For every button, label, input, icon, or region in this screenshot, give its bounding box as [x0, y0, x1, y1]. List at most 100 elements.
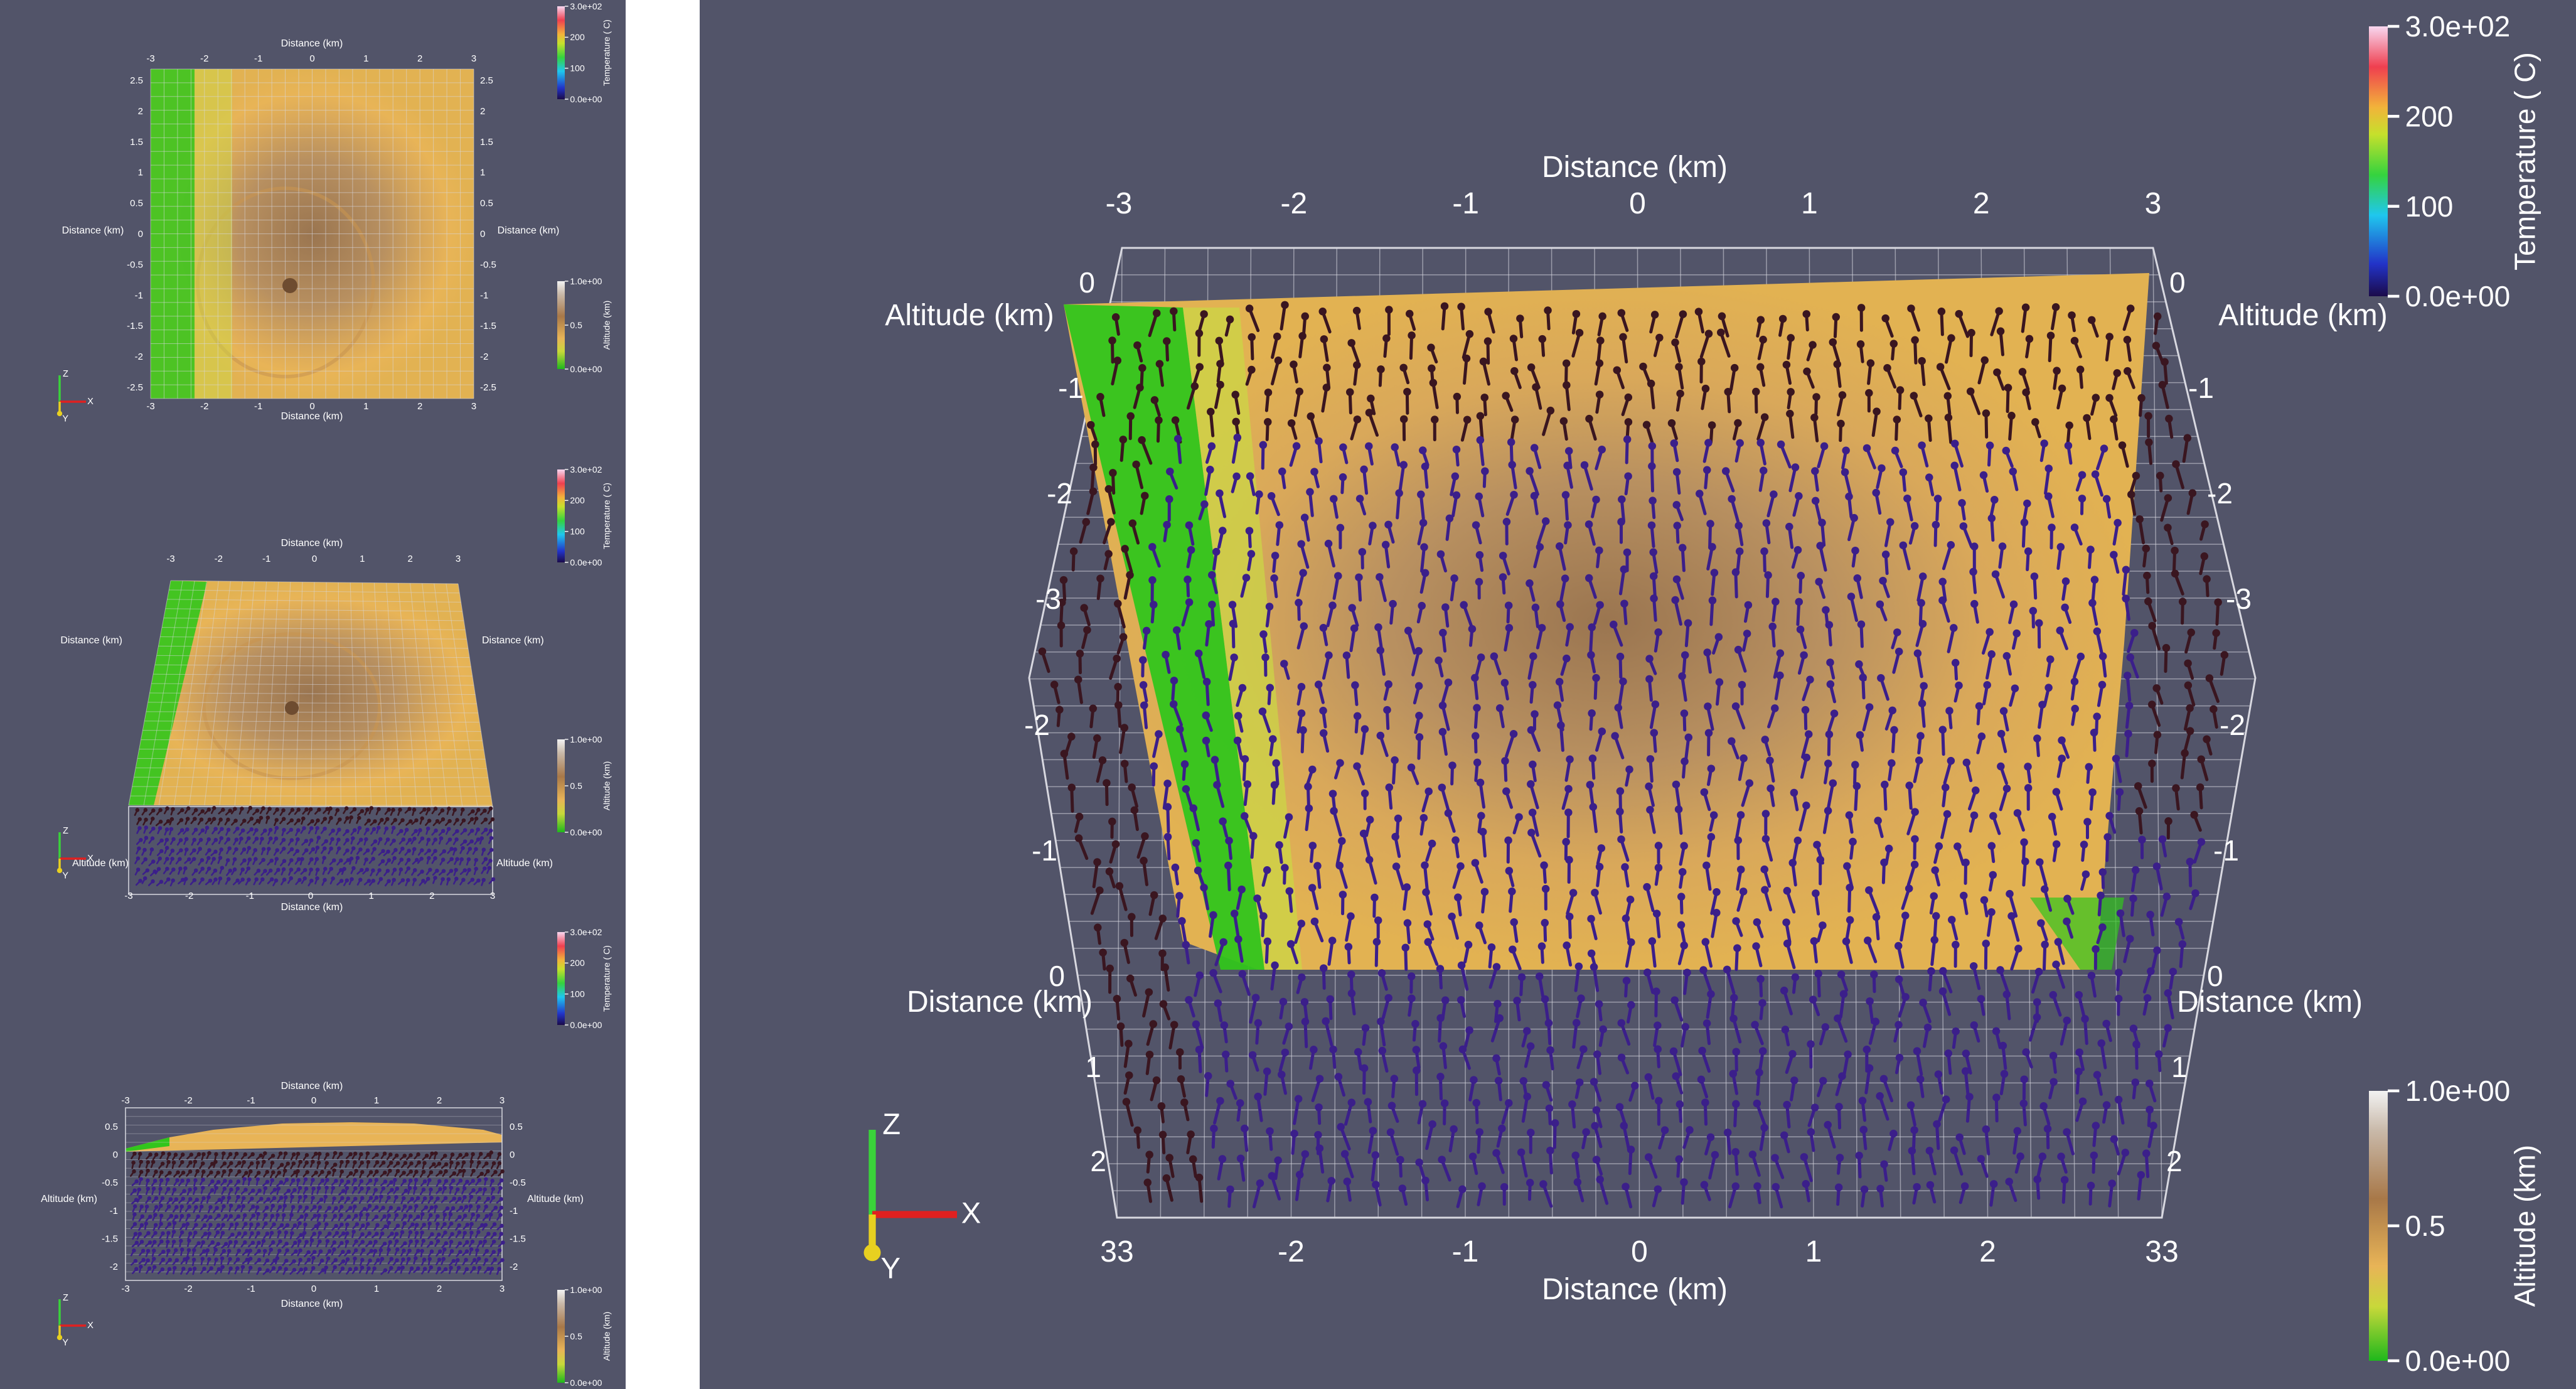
view2-velocity-arrow-head — [358, 847, 363, 852]
main-velocity-arrow-head — [1768, 622, 1777, 631]
main-velocity-arrow-head — [1830, 709, 1839, 718]
main-velocity-arrow-head — [2164, 494, 2172, 502]
view3-velocity-arrow-head — [266, 1197, 270, 1201]
main-velocity-arrow-head — [1297, 682, 1306, 691]
view3-velocity-arrow-head — [415, 1239, 419, 1244]
main-velocity-arrow-head — [1744, 601, 1753, 609]
view3-velocity-arrow-head — [235, 1257, 240, 1262]
view3-velocity-arrow-head — [389, 1161, 393, 1165]
main-velocity-arrow-head — [1280, 660, 1288, 668]
main-velocity-arrow-head — [1717, 328, 1725, 336]
view3-velocity-arrow-head — [437, 1179, 442, 1184]
main-velocity-arrow-head — [1850, 513, 1858, 522]
view3-velocity-arrow-head — [199, 1204, 204, 1209]
view3-velocity-arrow-head — [429, 1196, 434, 1200]
main-velocity-arrow-head — [1647, 521, 1656, 530]
main-velocity-arrow-head — [1182, 941, 1190, 949]
main-velocity-arrow-head — [2088, 788, 2097, 796]
main-velocity-arrow-head — [1350, 624, 1359, 633]
view3-velocity-arrow-head — [152, 1248, 156, 1253]
view3-velocity-arrow-head — [311, 1196, 315, 1200]
view3-velocity-arrow-head — [151, 1159, 156, 1164]
main-velocity-arrow-head — [1249, 832, 1258, 840]
view3-velocity-arrow-head — [154, 1204, 159, 1209]
view3-velocity-arrow-head — [313, 1213, 318, 1218]
main-velocity-arrow-head — [2137, 394, 2146, 402]
view3-velocity-arrow-head — [133, 1231, 138, 1236]
main-velocity-arrow-head — [2064, 441, 2073, 450]
view3-velocity-arrow-head — [290, 1231, 294, 1235]
main-velocity-arrow-head — [2041, 885, 2049, 893]
view3-velocity-arrow-head — [236, 1194, 240, 1199]
view2-velocity-arrow-head — [487, 866, 491, 871]
view2-velocity-arrow-head — [151, 859, 156, 864]
view3-velocity-arrow-head — [214, 1186, 218, 1190]
view3-velocity-arrow-head — [491, 1250, 496, 1254]
main-velocity-arrow-head — [1980, 356, 1989, 365]
main-velocity-arrow-head — [1782, 360, 1791, 369]
view2-velocity-arrow-head — [433, 807, 438, 811]
main-velocity-arrow-head — [1707, 764, 1716, 773]
view3-velocity-arrow-head — [276, 1186, 281, 1191]
main-velocity-arrow-head — [1158, 949, 1167, 958]
view3-velocity-arrow-head — [132, 1248, 136, 1253]
view3-velocity-arrow-head — [375, 1160, 380, 1165]
main-velocity-arrow-head — [1556, 600, 1564, 608]
main-velocity-arrow-head — [1145, 988, 1153, 996]
main-velocity-arrow-head — [2191, 889, 2199, 898]
main-velocity-arrow-head — [1220, 1021, 1229, 1029]
view3-velocity-arrow-head — [457, 1223, 461, 1228]
view3-velocity-arrow-head — [407, 1248, 412, 1253]
view3-velocity-arrow-head — [223, 1179, 227, 1183]
main-velocity-arrow-head — [1881, 550, 1890, 559]
view2-velocity-arrow-head — [316, 835, 321, 840]
view3-velocity-arrow-head — [132, 1204, 137, 1209]
view3-velocity-arrow-head — [166, 1160, 171, 1164]
view2-altitude-bar-gradient — [557, 739, 565, 832]
main-velocity-arrow-head — [1855, 660, 1863, 668]
left-views-panel[interactable]: -3 -3 -2 -2 -1 -1 0 0 1 1 2 2 3 3 Distance (km) Distanc… — [0, 0, 626, 1389]
main-velocity-arrow-head — [2021, 303, 2030, 312]
view2-left-title: Distance (km) — [60, 635, 122, 646]
view2-velocity-arrow-head — [184, 847, 189, 852]
view2-velocity-arrow-head — [235, 826, 240, 831]
view2-top-tick: -3 — [166, 554, 174, 564]
view3-velocity-arrow-head — [284, 1177, 289, 1182]
view2-velocity-arrow-head — [357, 815, 361, 820]
main-velocity-arrow-head — [1139, 656, 1147, 664]
main-velocity-arrow-head — [1791, 463, 1800, 471]
view3-velocity-arrow-head — [193, 1159, 198, 1164]
view1-top-tick: 3 — [471, 53, 476, 64]
view3-velocity-arrow-head — [353, 1160, 357, 1165]
main-velocity-arrow-head — [1680, 709, 1689, 717]
view3-velocity-arrow-head — [250, 1152, 255, 1157]
main-velocity-arrow-head — [1307, 412, 1315, 421]
view3-velocity-arrow-head — [140, 1214, 145, 1219]
left-views-canvas[interactable]: -3-3-2-2-1-100112233Distance (km)Distanc… — [0, 0, 626, 1389]
main-velocity-arrow-head — [2183, 434, 2192, 442]
view3-velocity-arrow-head — [173, 1152, 178, 1157]
view3-velocity-arrow-head — [360, 1170, 365, 1174]
view3-velocity-arrow-head — [257, 1240, 261, 1245]
view3-velocity-arrow-head — [292, 1223, 297, 1228]
main-velocity-arrow-head — [1192, 1020, 1200, 1029]
main-velocity-arrow-head — [1355, 495, 1364, 503]
view1-orientation-y-knob — [56, 410, 63, 417]
view2-velocity-arrow-head — [420, 869, 424, 874]
view2-velocity-arrow-head — [135, 808, 140, 812]
main-3d-view[interactable]: -3 -2 -1 0 1 2 3 Distance (km) 33 -2 -1 0 1 2 33 Distan… — [700, 0, 2576, 1389]
view3-velocity-arrow-head — [228, 1240, 233, 1245]
view3-velocity-arrow-head — [394, 1231, 399, 1236]
main-velocity-arrow-head — [1114, 599, 1122, 608]
main-velocity-arrow-head — [1955, 309, 1964, 318]
view2-velocity-arrow-head — [366, 879, 371, 883]
main-3d-canvas[interactable]: -3 -2 -1 0 1 2 3Distance (km)33 -2 -1 0 1 2 33Distan… — [700, 0, 2576, 1389]
main-velocity-arrow-head — [1526, 1042, 1535, 1051]
main-velocity-arrow-head — [1935, 842, 1943, 850]
view2-velocity-arrow-head — [483, 827, 488, 832]
main-velocity-arrow-head — [1194, 866, 1202, 875]
view2-velocity-arrow-head — [467, 867, 471, 872]
main-velocity-arrow-head — [1403, 387, 1411, 396]
view2-bottom-title: Distance (km) — [281, 902, 343, 913]
main-velocity-arrow-head — [1598, 445, 1606, 454]
